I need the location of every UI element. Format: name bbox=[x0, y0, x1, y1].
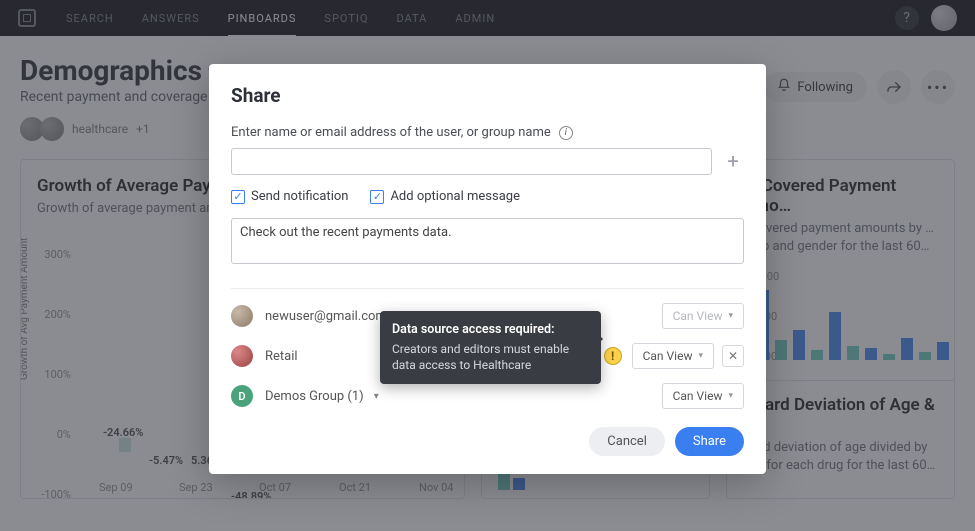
recipient-input[interactable] bbox=[231, 148, 712, 175]
send-notification-checkbox[interactable]: ✓ Send notification bbox=[231, 189, 348, 204]
share-row: D Demos Group (1) ▾ Can View▾ bbox=[231, 383, 744, 409]
info-icon[interactable]: i bbox=[559, 126, 573, 140]
message-input[interactable] bbox=[231, 218, 744, 264]
tooltip-body: Creators and editors must enable data ac… bbox=[392, 342, 569, 373]
add-message-checkbox[interactable]: ✓ Add optional message bbox=[370, 189, 520, 204]
modal-title: Share bbox=[231, 84, 744, 107]
group-avatar-icon: D bbox=[231, 385, 253, 407]
checkbox-label: Add optional message bbox=[390, 189, 520, 204]
share-name: Demos Group (1) bbox=[265, 389, 364, 404]
permission-dropdown[interactable]: Can View▾ bbox=[662, 383, 744, 409]
user-avatar-icon bbox=[231, 345, 253, 367]
permission-dropdown[interactable]: Can View▾ bbox=[662, 303, 744, 329]
tooltip-title: Data source access required: bbox=[392, 321, 589, 339]
user-avatar-icon bbox=[231, 305, 253, 327]
add-recipient-button[interactable]: + bbox=[722, 151, 744, 173]
access-warning-tooltip: Data source access required: Creators an… bbox=[380, 311, 601, 384]
chevron-down-icon: ▾ bbox=[728, 311, 733, 321]
remove-recipient-button[interactable]: ✕ bbox=[722, 345, 744, 367]
permission-dropdown[interactable]: Can View▾ bbox=[632, 343, 714, 369]
expand-group-icon[interactable]: ▾ bbox=[374, 391, 379, 402]
warning-icon[interactable]: ! bbox=[604, 347, 622, 365]
checkbox-icon: ✓ bbox=[231, 190, 245, 204]
share-modal: Share Enter name or email address of the… bbox=[209, 64, 766, 474]
checkbox-icon: ✓ bbox=[370, 190, 384, 204]
divider bbox=[231, 288, 744, 289]
checkbox-label: Send notification bbox=[251, 189, 348, 204]
share-button[interactable]: Share bbox=[675, 427, 744, 456]
chevron-down-icon: ▾ bbox=[728, 391, 733, 401]
input-label: Enter name or email address of the user,… bbox=[231, 125, 551, 140]
cancel-button[interactable]: Cancel bbox=[589, 427, 665, 456]
chevron-down-icon: ▾ bbox=[698, 351, 703, 361]
